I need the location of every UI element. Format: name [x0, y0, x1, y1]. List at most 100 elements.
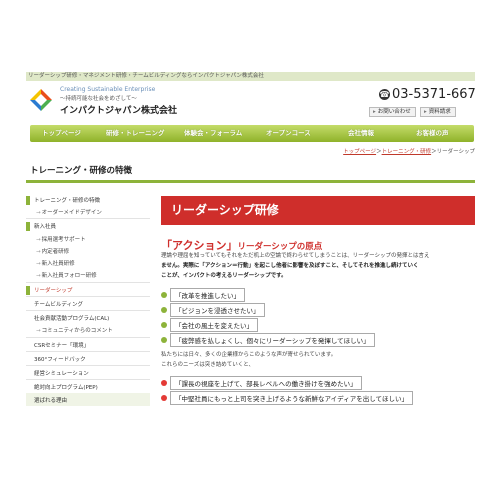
green-bullet-icon [161, 322, 167, 328]
green-bullet-icon [161, 292, 167, 298]
sidebar-item-new-hire-training[interactable]: →新入社員研修 [26, 259, 150, 267]
company-name[interactable]: インパクトジャパン株式会社 [60, 103, 177, 116]
breadcrumb-link-training[interactable]: トレーニング・研修 [382, 149, 432, 155]
bullet-item: 「会社の風土を変えたい」 [161, 318, 258, 332]
sidebar-item-community-comments[interactable]: →コミュニティからのコメント [26, 326, 150, 334]
sidebar-item-pep[interactable]: 絶対向上プログラム(PEP) [26, 383, 150, 391]
sidebar-divider [26, 218, 150, 219]
sidebar-item-reasons[interactable]: 選ばれる理由 [26, 396, 150, 404]
sidebar-item-team-building[interactable]: チームビルディング [26, 300, 150, 308]
intro-line: 理論や理屈を知っていてもそれをただ机上の空論で終わらせてしまうことは、リーダーシ… [161, 253, 430, 259]
sidebar-item-label: 360°フィードバック [34, 357, 86, 363]
breadcrumb-current: リーダーシップ [436, 149, 475, 155]
sidebar-item-follow-up[interactable]: →新入社員フォロー研修 [26, 271, 150, 279]
sidebar-divider [26, 351, 150, 352]
sidebar-item-label: 新入社員フォロー研修 [41, 273, 97, 279]
logo-icon [30, 89, 52, 111]
logo-tagline-jp: 〜持続可能な社会をめざして〜 [60, 96, 137, 102]
sidebar-divider [26, 310, 150, 311]
sidebar-item-label: 経営シミュレーション [34, 371, 89, 377]
section-title: トレーニング・研修の特徴 [30, 166, 133, 176]
bullet-item: 「中堅社員にもっと上司を突き上げるような新鮮なアイディアを出してほしい」 [161, 391, 414, 405]
sidebar-item-leadership[interactable]: リーダーシップ [26, 286, 150, 294]
sidebar-item-label: オーダーメイドデザイン [41, 210, 102, 216]
contact-button[interactable]: ▸ お問い合わせ [369, 107, 416, 117]
sidebar-item-custom-design[interactable]: →オーダーメイドデザイン [26, 208, 150, 216]
logo-tagline-en: Creating Sustainable Enterprise [60, 86, 156, 93]
sidebar-arrow: → [36, 328, 41, 334]
sidebar-divider [26, 365, 150, 366]
sidebar-divider [26, 296, 150, 297]
red-bullet-icon [161, 380, 167, 386]
sidebar-item-label: 内定者研修 [41, 249, 70, 255]
sidebar-arrow: → [36, 237, 41, 243]
sidebar-item-label: 選ばれる理由 [34, 398, 68, 404]
sidebar-item-label: コミュニティからのコメント [41, 328, 113, 334]
sidebar-item-label: 絶対向上プログラム(PEP) [34, 385, 98, 391]
global-nav: トップページ 研修・トレーニング 体験会・フォーラム オープンコース 会社情報 … [30, 125, 474, 142]
breadcrumb: トップページ＞トレーニング・研修＞リーダーシップ [343, 147, 475, 155]
bullet-item: 「課長の視座を上げて、部長レベルへの働き掛けを強めたい」 [161, 376, 362, 390]
sidebar-item-label: 新入社員研修 [41, 261, 75, 267]
brochure-button[interactable]: ▸ 資料請求 [420, 107, 456, 117]
sidebar-divider [26, 282, 150, 283]
sidebar-item-label: 採用選考サポート [41, 237, 86, 243]
sidebar-item-recruit-support[interactable]: →採用選考サポート [26, 235, 150, 243]
bullet-text: 「改革を推進したい」 [170, 288, 245, 302]
nav-item-voice[interactable]: お客様の声 [416, 125, 449, 142]
sidebar-item-label: トレーニング・研修の特徴 [34, 198, 101, 204]
nav-item-experience[interactable]: 体験会・フォーラム [184, 125, 242, 142]
sidebar-item-cal[interactable]: 社会貢献活動プログラム(CAL) [26, 314, 150, 322]
bullet-text: 「中堅社員にもっと上司を突き上げるような新鮮なアイディアを出してほしい」 [170, 391, 414, 405]
intro-line: ません。実際に「アクション＝行動」を起こし他者に影響を及ぼすこと、そしてそれを推… [161, 263, 419, 269]
sidebar-divider [26, 379, 150, 380]
phone-number: ☎ 03-5371-6677 [379, 87, 475, 102]
sidebar-item-label: チームビルディング [34, 302, 83, 308]
bullet-text: 「疲弊感を払しょくし、個々にリーダーシップを発揮してほしい」 [170, 333, 375, 347]
sidebar-item-label: リーダーシップ [34, 288, 73, 294]
sidebar-divider [26, 337, 150, 338]
sidebar-arrow: → [36, 273, 41, 279]
bullet-item: 「ビジョンを浸透させたい」 [161, 303, 265, 317]
body-line: これらのニーズは突き詰めていくと、 [161, 362, 255, 368]
sidebar-item-360-feedback[interactable]: 360°フィードバック [26, 355, 150, 363]
breadcrumb-link-top[interactable]: トップページ [343, 149, 376, 155]
intro-line: ことが、インパクトの考えるリーダーシップです。 [161, 273, 287, 279]
arrow-right-icon: ▸ [424, 109, 427, 115]
sidebar-item-label: 新入社員 [34, 224, 57, 230]
page: リーダーシップ研修・マネジメント研修・チームビルディングならインパクトジャパン株… [0, 0, 500, 500]
arrow-right-icon: ▸ [373, 109, 376, 115]
nav-item-top[interactable]: トップページ [42, 125, 81, 142]
phone-number-text: 03-5371-6677 [392, 87, 475, 102]
bullet-text: 「課長の視座を上げて、部長レベルへの働き掛けを強めたい」 [170, 376, 362, 390]
sidebar-arrow: → [36, 210, 41, 216]
bullet-text: 「会社の風土を変えたい」 [170, 318, 258, 332]
nav-item-training[interactable]: 研修・トレーニング [106, 125, 165, 142]
sidebar-item-label: 社会貢献活動プログラム(CAL) [34, 316, 110, 322]
sidebar-item-management-sim[interactable]: 経営シミュレーション [26, 369, 150, 377]
sidebar-item-new-employees[interactable]: 新入社員 [26, 222, 150, 230]
nav-item-company[interactable]: 会社情報 [348, 125, 374, 142]
phone-icon: ☎ [379, 89, 390, 100]
sidebar-item-label: CSRセミナー「環境」 [34, 343, 90, 349]
sidebar-item-csr-seminar[interactable]: CSRセミナー「環境」 [26, 341, 150, 349]
green-bullet-icon [161, 337, 167, 343]
site-frame: リーダーシップ研修・マネジメント研修・チームビルディングならインパクトジャパン株… [26, 72, 475, 500]
contact-button-label: お問い合わせ [377, 109, 411, 115]
bullet-item: 「疲弊感を払しょくし、個々にリーダーシップを発揮してほしい」 [161, 333, 375, 347]
red-bullet-icon [161, 395, 167, 401]
body-line: 私たちには日々、多くの企業様からこのような声が寄せられています。 [161, 352, 337, 358]
section-divider [26, 180, 475, 183]
green-bullet-icon [161, 307, 167, 313]
bullet-item: 「改革を推進したい」 [161, 288, 245, 302]
page-heading: リーダーシップ研修 [171, 203, 279, 217]
sidebar-arrow: → [36, 261, 41, 267]
brochure-button-label: 資料請求 [428, 109, 451, 115]
sidebar-item-features[interactable]: トレーニング・研修の特徴 [26, 196, 150, 204]
sidebar-item-pre-hire[interactable]: →内定者研修 [26, 247, 150, 255]
sidebar-arrow: → [36, 249, 41, 255]
nav-item-open-course[interactable]: オープンコース [266, 125, 311, 142]
bullet-text: 「ビジョンを浸透させたい」 [170, 303, 265, 317]
top-strip: リーダーシップ研修・マネジメント研修・チームビルディングならインパクトジャパン株… [26, 72, 475, 81]
page-heading-band: リーダーシップ研修 [161, 196, 475, 225]
